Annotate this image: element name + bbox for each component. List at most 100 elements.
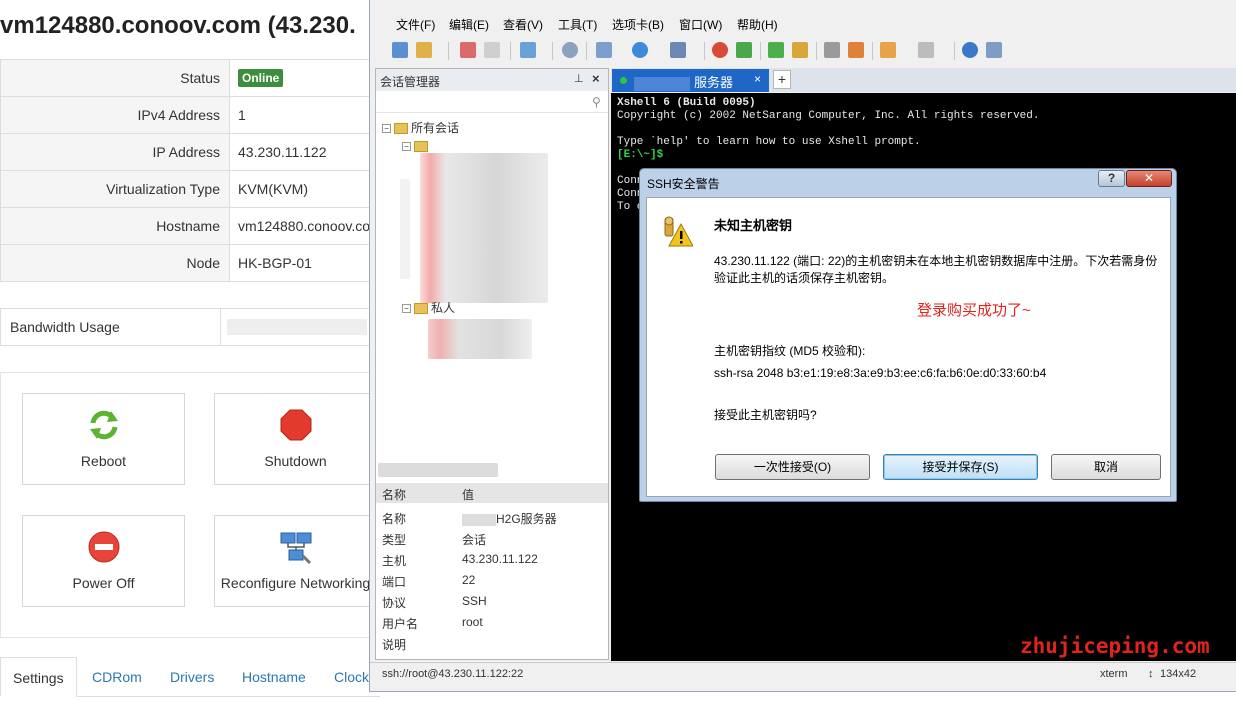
prop-value: root [462,615,483,629]
keyboard-icon[interactable] [824,42,840,58]
bandwidth-bar-blurred [227,319,367,335]
props-row: 类型 会话 [376,528,608,549]
props-row: 主机 43.230.11.122 [376,549,608,570]
terminal-type: xterm [1100,668,1128,680]
dialog-title: SSH安全警告 [647,177,720,191]
reconfigure-networking-button[interactable]: Reconfigure Networking [214,515,377,607]
terminal-tab-bar: 服务器 × + [611,68,1236,92]
table-row: Hostname vm124880.conoov.co [0,207,380,245]
props-header-value: 值 [462,488,475,502]
row-value: KVM(KVM) [229,170,380,208]
panel-icon[interactable] [918,42,934,58]
menu-bar: 文件(F) 编辑(E) 查看(V) 工具(T) 选项卡(B) 窗口(W) 帮助(… [370,12,1236,36]
lock-icon[interactable] [792,42,808,58]
props-row: 说明 [376,633,608,654]
terminal-line: Copyright (c) 2002 NetSarang Computer, I… [617,110,1040,122]
shutdown-button[interactable]: Shutdown [214,393,377,485]
row-value: 1 [229,96,380,134]
blurred-text [462,513,496,526]
connect-icon[interactable] [460,42,476,58]
prop-key: 主机 [382,554,407,568]
status-bar: ssh://root@43.230.11.122:22 xterm ↕ 134x… [370,662,1236,684]
fingerprint-label: 主机密钥指纹 (MD5 校验和): [714,344,866,358]
toolbar-separator [872,42,873,60]
folder-icon [414,303,428,315]
accept-once-button[interactable]: 一次性接受(O) [715,454,870,480]
tab-hostname[interactable]: Hostname [242,657,306,697]
fingerprint-value: ssh-rsa 2048 b3:e1:19:e8:3a:e9:b3:ee:c6:… [714,366,1047,380]
props-header-name: 名称 [382,488,407,502]
vps-panel: vm124880.conoov.com (43.230. Status Onli… [0,0,380,702]
new-session-icon[interactable] [392,42,408,58]
menu-help[interactable]: 帮助(H) [737,16,778,33]
props-header: 名称 值 [376,483,608,503]
watermark: zhujiceping.com [1020,634,1210,658]
menu-file[interactable]: 文件(F) [396,16,435,33]
session-manager-header: 会话管理器 ⊥ × [376,69,608,91]
resize-icon: ↕ [1148,668,1154,680]
shutdown-label: Shutdown [264,453,327,469]
menu-view[interactable]: 查看(V) [503,16,543,33]
blurred-props-title [378,463,498,477]
tab-session[interactable]: 服务器 × [612,69,769,92]
font-icon[interactable] [670,42,686,58]
pin-icon[interactable]: ⊥ [574,72,584,85]
prop-value: 会话 [462,533,487,547]
tab-cdrom[interactable]: CDRom [92,657,142,697]
power-off-button[interactable]: Power Off [22,515,185,607]
table-row: Node HK-BGP-01 [0,244,380,282]
server-info-table: Status Online IPv4 Address 1 IP Address … [0,59,380,282]
highlight-icon[interactable] [848,42,864,58]
xftp-icon[interactable] [712,42,728,58]
add-tab-button[interactable]: + [773,70,791,89]
tab-clock[interactable]: Clock [334,657,369,697]
tree-item-group[interactable]: − [402,139,431,153]
open-folder-icon[interactable] [416,42,432,58]
close-tab-icon[interactable]: × [754,72,761,86]
prop-key: 用户名 [382,617,419,631]
toolbar-separator [704,42,705,60]
prop-key: 协议 [382,596,407,610]
page-title: vm124880.conoov.com (43.230. [0,12,356,39]
minus-circle-icon [88,531,119,563]
close-button[interactable]: ✕ [1126,170,1172,187]
accept-and-save-button[interactable]: 接受并保存(S) [883,454,1038,480]
tab-settings[interactable]: Settings [0,657,77,697]
connection-path: ssh://root@43.230.11.122:22 [382,668,524,680]
help-icon[interactable] [962,42,978,58]
tab-drivers[interactable]: Drivers [170,657,214,697]
row-label: Node [0,244,230,282]
menu-edit[interactable]: 编辑(E) [449,16,489,33]
divider [220,309,221,345]
close-icon[interactable]: × [592,71,600,86]
reboot-label: Reboot [80,453,127,469]
cancel-button[interactable]: 取消 [1051,454,1161,480]
menu-tabs[interactable]: 选项卡(B) [612,16,664,33]
properties-icon[interactable] [520,42,536,58]
tree-item-private[interactable]: − 私人 [402,299,455,316]
terminal-prompt: [E:\~]$ [617,149,664,161]
chat-icon[interactable] [986,42,1002,58]
blurred-session-list [420,153,548,303]
layout-icon[interactable] [596,42,612,58]
add-folder-icon[interactable] [880,42,896,58]
menu-tools[interactable]: 工具(T) [558,16,597,33]
reboot-button[interactable]: Reboot [22,393,185,485]
search-icon[interactable] [562,42,578,58]
row-label: Virtualization Type [0,170,230,208]
xmanager-icon[interactable] [736,42,752,58]
tree-item-all-sessions[interactable]: − 所有会话 [382,119,459,136]
collapse-icon: − [382,124,391,134]
help-button[interactable]: ? [1098,170,1125,187]
globe-icon[interactable] [632,42,648,58]
disconnect-icon[interactable] [484,42,500,58]
row-value: 43.230.11.122 [229,133,380,171]
fullscreen-icon[interactable] [768,42,784,58]
menu-window[interactable]: 窗口(W) [679,16,722,33]
toolbar [370,38,1236,64]
table-row: IPv4 Address 1 [0,96,380,134]
table-row: IP Address 43.230.11.122 [0,133,380,171]
collapse-icon: − [402,142,411,152]
session-search-input[interactable]: ⚲ [376,93,608,113]
toolbar-separator [954,42,955,60]
